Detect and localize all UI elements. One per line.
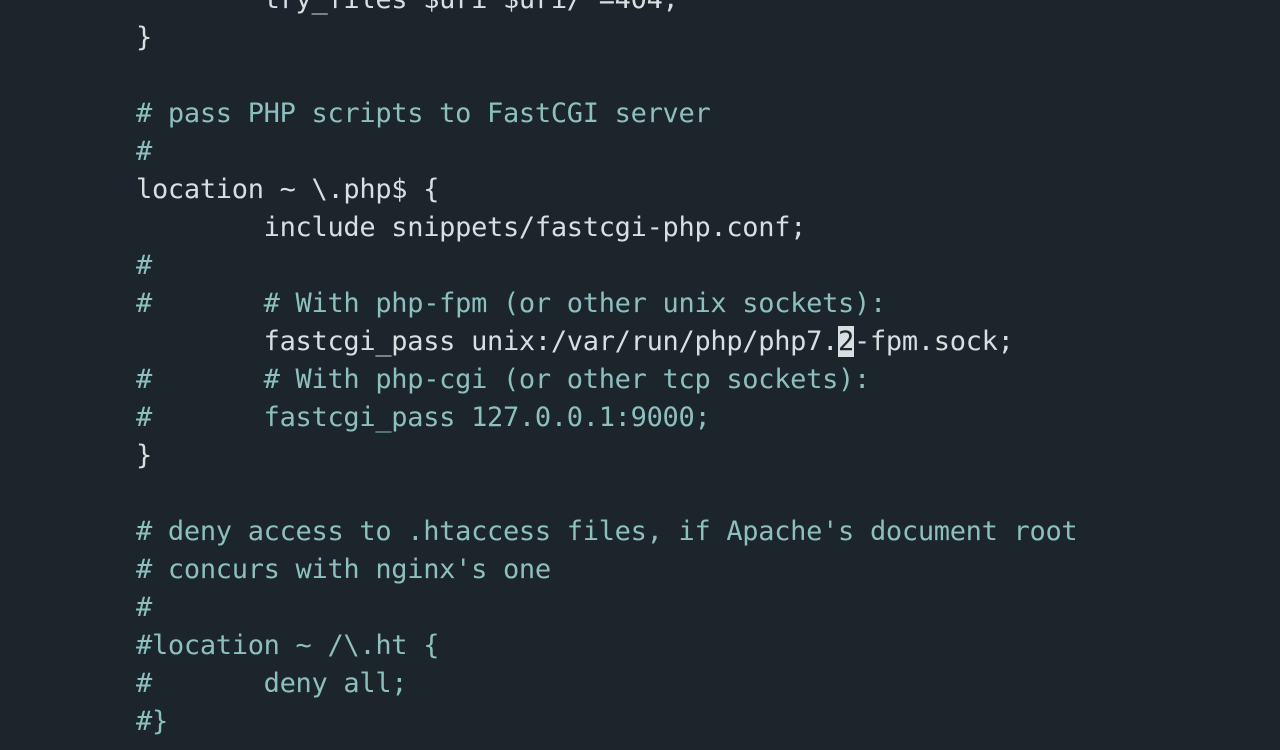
code-text-before-cursor: fastcgi_pass unix:/var/run/php/php7. xyxy=(136,326,839,357)
code-lines: try_files $uri $uri/ =404; } # pass PHP … xyxy=(136,0,1078,741)
comment-text: # deny access to .htaccess files, if Apa… xyxy=(136,516,1078,547)
code-line-7[interactable]: include snippets/fastcgi-php.conf; xyxy=(136,209,1077,247)
comment-text: # # With php-fpm (or other unix sockets)… xyxy=(136,288,886,319)
code-line-2[interactable]: } xyxy=(136,19,1077,57)
comment-text: # xyxy=(136,250,152,281)
comment-text: # pass PHP scripts to FastCGI server xyxy=(136,98,711,129)
code-line-14[interactable] xyxy=(136,475,1077,513)
comment-text: # deny all; xyxy=(136,668,408,699)
code-line-4[interactable]: # pass PHP scripts to FastCGI server xyxy=(136,95,1077,133)
code-text: } xyxy=(136,22,152,53)
code-text: include snippets/fastcgi-php.conf; xyxy=(136,212,807,243)
code-line-19[interactable]: # deny all; xyxy=(136,665,1077,703)
code-line-12[interactable]: # fastcgi_pass 127.0.0.1:9000; xyxy=(136,399,1077,437)
code-text: location ~ \.php$ { xyxy=(136,174,440,205)
comment-text: # # With php-cgi (or other tcp sockets): xyxy=(136,364,870,395)
code-line-8[interactable]: # xyxy=(136,247,1077,285)
code-line-16[interactable]: # concurs with nginx's one xyxy=(136,551,1077,589)
comment-text: # fastcgi_pass 127.0.0.1:9000; xyxy=(136,402,711,433)
code-editor[interactable]: try_files $uri $uri/ =404; } # pass PHP … xyxy=(0,0,1280,750)
text-cursor: 2 xyxy=(838,326,855,357)
code-line-6[interactable]: location ~ \.php$ { xyxy=(136,171,1077,209)
code-line-5[interactable]: # xyxy=(136,133,1077,171)
code-text: try_files $uri $uri/ =404; xyxy=(136,0,679,15)
code-text-after-cursor: -fpm.sock; xyxy=(854,326,1014,357)
code-line-10-cursor[interactable]: fastcgi_pass unix:/var/run/php/php7.2-fp… xyxy=(136,323,1077,361)
code-line-13[interactable]: } xyxy=(136,437,1077,475)
code-line-15[interactable]: # deny access to .htaccess files, if Apa… xyxy=(136,513,1078,551)
comment-text: #location ~ /\.ht { xyxy=(136,630,440,661)
code-line-3[interactable] xyxy=(136,57,1077,95)
code-line-1[interactable]: try_files $uri $uri/ =404; xyxy=(136,0,1077,19)
code-line-17[interactable]: # xyxy=(136,589,1077,627)
code-line-20[interactable]: #} xyxy=(136,703,1077,741)
comment-text: # concurs with nginx's one xyxy=(136,554,551,585)
comment-text: # xyxy=(136,592,152,623)
code-line-9[interactable]: # # With php-fpm (or other unix sockets)… xyxy=(136,285,1077,323)
code-line-18[interactable]: #location ~ /\.ht { xyxy=(136,627,1077,665)
code-line-11[interactable]: # # With php-cgi (or other tcp sockets): xyxy=(136,361,1077,399)
code-text: } xyxy=(136,440,152,471)
comment-text: #} xyxy=(136,706,168,737)
comment-text: # xyxy=(136,136,152,167)
